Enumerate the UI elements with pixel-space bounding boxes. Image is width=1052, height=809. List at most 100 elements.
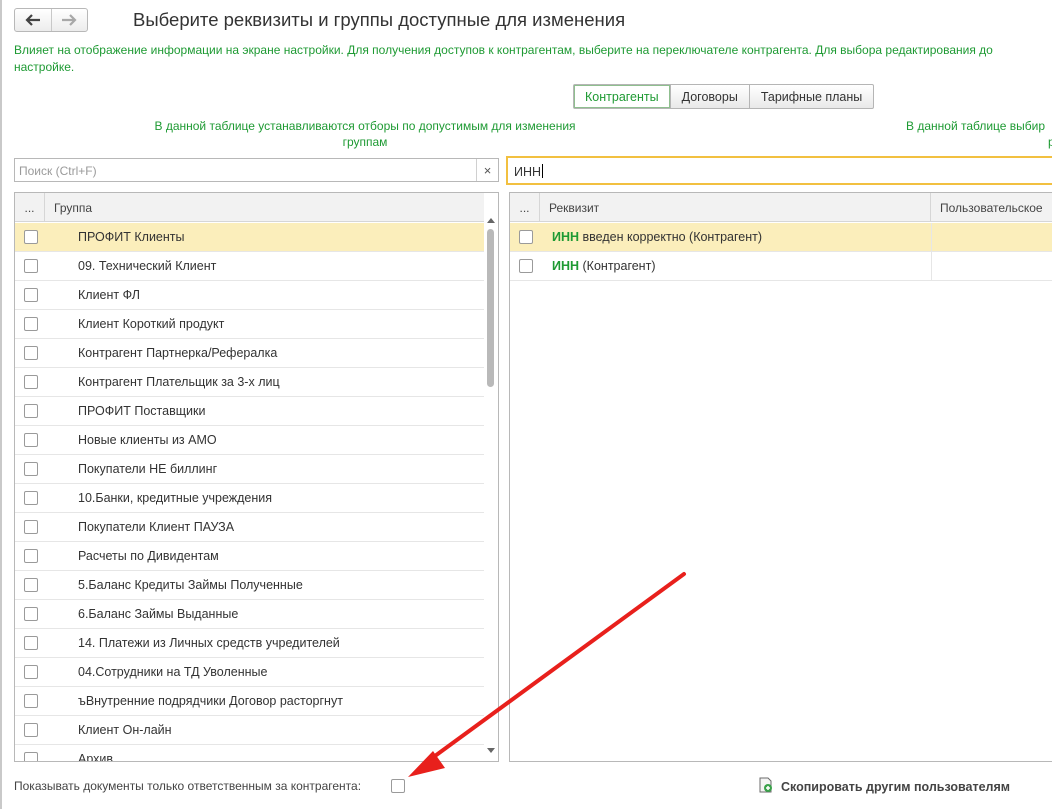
table-row[interactable]: Контрагент Плательщик за 3-х лиц [15, 368, 498, 397]
group-name: 5.Баланс Кредиты Займы Полученные [78, 578, 303, 592]
attribute-search-value: ИНН [514, 164, 544, 179]
tab-tariff-plans[interactable]: Тарифные планы [748, 85, 873, 108]
row-checkbox[interactable] [24, 549, 38, 563]
attribute-rest: (Контрагент) [579, 259, 656, 273]
table-row[interactable]: Клиент Короткий продукт [15, 310, 498, 339]
search-match-highlight: ИНН [552, 230, 580, 244]
tab-contracts[interactable]: Договоры [669, 85, 749, 108]
row-checkbox[interactable] [24, 636, 38, 650]
table-row[interactable]: 5.Баланс Кредиты Займы Полученные [15, 571, 498, 600]
show-docs-checkbox[interactable] [391, 779, 405, 793]
attribute-search-input[interactable]: ИНН [506, 156, 1052, 185]
copy-to-users-button[interactable]: Скопировать другим пользователям [759, 777, 1010, 796]
groups-table-scrollbar[interactable] [484, 193, 498, 761]
table-row[interactable]: Архив [15, 745, 498, 762]
scroll-down-icon[interactable] [484, 743, 498, 757]
column-menu-button[interactable]: ... [15, 193, 45, 222]
groups-table-body: ПРОФИТ Клиенты 09. Технический Клиент Клие… [15, 223, 498, 762]
table-row[interactable]: 09. Технический Клиент [15, 252, 498, 281]
table-row[interactable]: Контрагент Партнерка/Рефералка [15, 339, 498, 368]
table-row[interactable]: Клиент ФЛ [15, 281, 498, 310]
table-row[interactable]: 6.Баланс Займы Выданные [15, 600, 498, 629]
text-caret [542, 164, 544, 178]
row-checkbox[interactable] [24, 665, 38, 679]
forward-button[interactable] [50, 9, 88, 31]
row-checkbox[interactable] [24, 317, 38, 331]
row-checkbox[interactable] [24, 288, 38, 302]
scroll-up-icon[interactable] [484, 213, 498, 227]
attribute-rest: введен корректно (Контрагент) [579, 230, 762, 244]
table-row[interactable]: Клиент Он-лайн [15, 716, 498, 745]
column-separator [931, 252, 932, 280]
group-name: Клиент Он-лайн [78, 723, 172, 737]
row-checkbox[interactable] [24, 607, 38, 621]
copy-to-users-label: Скопировать другим пользователям [781, 779, 1011, 794]
table-row[interactable]: 10.Банки, кредитные учреждения [15, 484, 498, 513]
column-custom[interactable]: Пользовательское [931, 193, 1052, 222]
row-checkbox[interactable] [24, 375, 38, 389]
search-match-highlight: ИНН [552, 259, 580, 273]
group-name: Архив [78, 752, 114, 762]
group-search-input[interactable]: Поиск (Ctrl+F) × [14, 158, 499, 182]
right-table-note-line-2: р [1048, 135, 1052, 149]
attributes-table: ... Реквизит Пользовательское ИНН введен… [509, 192, 1052, 762]
info-line-2: настройке. [14, 60, 75, 74]
arrow-left-icon [25, 14, 40, 26]
row-checkbox[interactable] [24, 346, 38, 360]
row-checkbox[interactable] [24, 752, 38, 761]
attributes-table-body: ИНН введен корректно (Контрагент) ИНН (Ко… [510, 223, 1052, 281]
attribute-name: ИНН (Контрагент) [552, 259, 655, 273]
right-table-note: В данной таблице выбир р [906, 118, 1052, 150]
row-checkbox[interactable] [24, 404, 38, 418]
group-name: Расчеты по Дивидентам [78, 549, 219, 563]
group-name: ПРОФИТ Поставщики [78, 404, 206, 418]
group-name: Контрагент Плательщик за 3-х лиц [78, 375, 280, 389]
row-checkbox[interactable] [24, 520, 38, 534]
table-row[interactable]: ъВнутренние подрядчики Договор расторгну… [15, 687, 498, 716]
row-checkbox[interactable] [24, 578, 38, 592]
table-row[interactable]: ИНН введен корректно (Контрагент) [510, 223, 1052, 252]
group-name: 10.Банки, кредитные учреждения [78, 491, 273, 505]
copy-users-icon [759, 777, 773, 796]
table-row[interactable]: Новые клиенты из АМО [15, 426, 498, 455]
group-name: 04.Сотрудники на ТД Уволенные [78, 665, 268, 679]
row-checkbox[interactable] [24, 230, 38, 244]
object-type-switcher: Контрагенты Договоры Тарифные планы [573, 84, 875, 109]
column-attribute[interactable]: Реквизит [540, 193, 931, 222]
table-row[interactable]: Расчеты по Дивидентам [15, 542, 498, 571]
column-menu-button-right[interactable]: ... [510, 193, 540, 222]
row-checkbox[interactable] [519, 259, 533, 273]
row-checkbox[interactable] [24, 491, 38, 505]
info-line-1: Влияет на отображение информации на экра… [14, 43, 993, 57]
group-name: ъВнутренние подрядчики Договор расторгну… [78, 694, 343, 708]
tab-contractors[interactable]: Контрагенты [574, 85, 670, 108]
group-name: Новые клиенты из АМО [78, 433, 217, 447]
group-name: 09. Технический Клиент [78, 259, 217, 273]
row-checkbox[interactable] [519, 230, 533, 244]
group-name: Клиент Короткий продукт [78, 317, 225, 331]
groups-table: ... Группа ПРОФИТ Клиенты 09. Технический… [14, 192, 499, 762]
group-name: Клиент ФЛ [78, 288, 140, 302]
table-row[interactable]: Покупатели Клиент ПАУЗА [15, 513, 498, 542]
group-name: ПРОФИТ Клиенты [78, 230, 185, 244]
table-row[interactable]: Покупатели НЕ биллинг [15, 455, 498, 484]
row-checkbox[interactable] [24, 723, 38, 737]
row-checkbox[interactable] [24, 433, 38, 447]
search-placeholder: Поиск (Ctrl+F) [19, 164, 97, 178]
arrow-right-icon [62, 14, 77, 26]
table-row[interactable]: ИНН (Контрагент) [510, 252, 1052, 281]
row-checkbox[interactable] [24, 462, 38, 476]
back-button[interactable] [15, 9, 51, 31]
column-group[interactable]: Группа [45, 193, 498, 222]
row-checkbox[interactable] [24, 259, 38, 273]
attributes-table-header: ... Реквизит Пользовательское [510, 193, 1052, 222]
table-row[interactable]: 04.Сотрудники на ТД Уволенные [15, 658, 498, 687]
info-text: Влияет на отображение информации на экра… [14, 42, 1052, 76]
table-row[interactable]: 14. Платежи из Личных средств учредителе… [15, 629, 498, 658]
clear-search-button[interactable]: × [476, 159, 498, 181]
scroll-thumb[interactable] [487, 229, 494, 387]
table-row[interactable]: ПРОФИТ Клиенты [15, 223, 498, 252]
table-row[interactable]: ПРОФИТ Поставщики [15, 397, 498, 426]
row-checkbox[interactable] [24, 694, 38, 708]
groups-table-header: ... Группа [15, 193, 498, 222]
